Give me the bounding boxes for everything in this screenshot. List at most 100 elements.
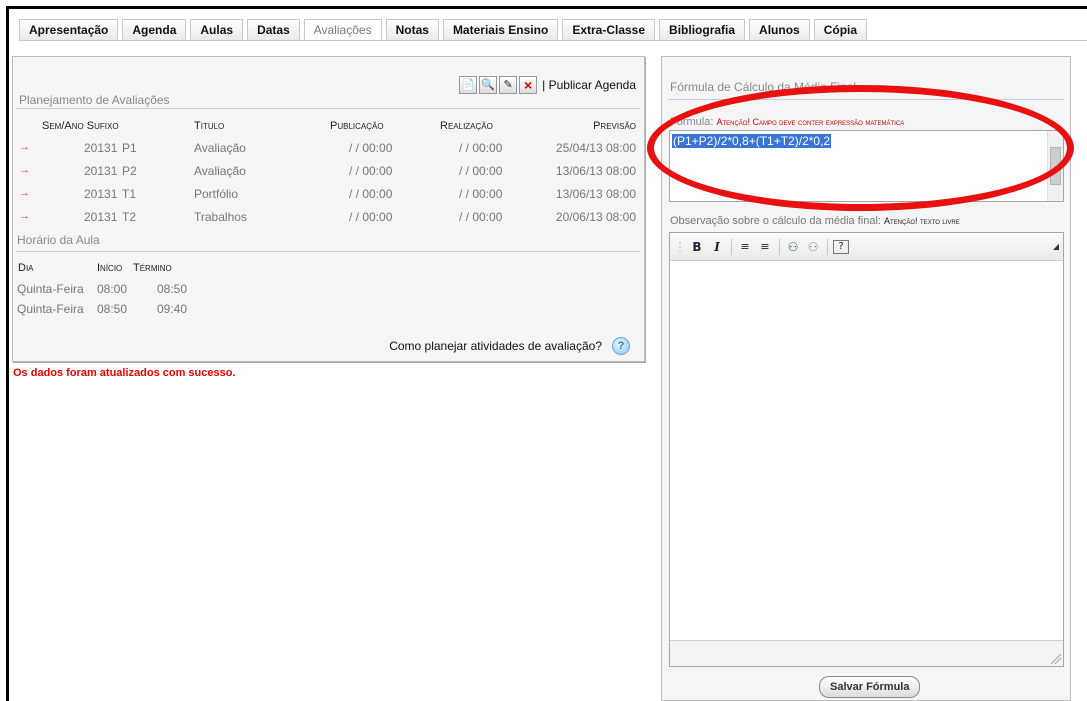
tab-bibliografia[interactable]: Bibliografia bbox=[659, 19, 746, 41]
tab-alunos[interactable]: Alunos bbox=[749, 19, 810, 41]
col-header-dia: Dia bbox=[18, 262, 34, 274]
tab-materiais-ensino[interactable]: Materiais Ensino bbox=[442, 19, 559, 41]
row-publicacao: / / 00:00 bbox=[349, 141, 393, 155]
search-icon[interactable]: 🔍 bbox=[479, 76, 498, 94]
col-header-realizacao: Realização bbox=[440, 120, 493, 132]
row-termino: 09:40 bbox=[157, 302, 188, 316]
row-inicio: 08:00 bbox=[97, 282, 128, 296]
toolbar-separator bbox=[827, 238, 828, 255]
row-titulo: Avaliação bbox=[194, 141, 246, 155]
row-previsao: 13/06/13 08:00 bbox=[555, 187, 636, 201]
col-header-previsao: Previsão bbox=[593, 120, 636, 132]
help-icon[interactable]: ? bbox=[833, 239, 849, 254]
tab-datas[interactable]: Datas bbox=[247, 19, 300, 41]
assessment-planning-panel: Planejamento de Avaliações 📄 🔍 ✎ × | Pub… bbox=[12, 56, 645, 362]
bold-icon[interactable]: B bbox=[689, 238, 705, 256]
row-dia: Quinta-Feira bbox=[17, 302, 84, 316]
formula-divider bbox=[668, 99, 1064, 100]
editor-toolbar: ⋮ B I ≡ ≡ ⚇ ⚇ ? ◢ bbox=[670, 233, 1063, 261]
schedule-title: Horário da Aula bbox=[17, 233, 100, 247]
row-semano: 20131 bbox=[84, 141, 118, 155]
tab-avaliações[interactable]: Avaliações bbox=[303, 19, 382, 41]
row-semano: 20131 bbox=[84, 164, 118, 178]
observation-label: Observação sobre o cálculo da média fina… bbox=[670, 215, 881, 227]
col-header-semano-sufixo: Sem/Ano Sufixo bbox=[42, 120, 119, 132]
planning-toolbar: 📄 🔍 ✎ × | Publicar Agenda bbox=[459, 74, 636, 96]
delete-icon[interactable]: × bbox=[519, 76, 538, 94]
edit-icon[interactable]: ✎ bbox=[499, 76, 518, 94]
tab-underline bbox=[19, 40, 1087, 41]
tab-agenda[interactable]: Agenda bbox=[122, 19, 187, 41]
tab-extra-classe[interactable]: Extra-Classe bbox=[562, 19, 656, 41]
help-row: Como planejar atividades de avaliação? ? bbox=[389, 337, 630, 355]
row-sufixo: T2 bbox=[122, 210, 137, 224]
row-semano: 20131 bbox=[84, 210, 118, 224]
row-sufixo: P2 bbox=[122, 164, 137, 178]
observation-warning: Atenção! texto livre bbox=[884, 216, 960, 226]
row-previsao: 25/04/13 08:00 bbox=[555, 141, 636, 155]
toolbar-separator bbox=[731, 238, 732, 255]
editor-statusbar bbox=[670, 640, 1063, 666]
row-arrow-icon[interactable]: → bbox=[19, 141, 30, 153]
row-sufixo: T1 bbox=[122, 187, 137, 201]
scrollbar-thumb[interactable] bbox=[1050, 147, 1061, 185]
planning-divider bbox=[16, 108, 640, 109]
formula-warning: Atenção! Campo deve conter expressão mat… bbox=[716, 117, 905, 127]
row-publicacao: / / 00:00 bbox=[349, 210, 393, 224]
observation-label-row: Observação sobre o cálculo da média fina… bbox=[670, 215, 960, 227]
formula-panel: Fórmula de Cálculo da Média Final Fórmul… bbox=[661, 56, 1071, 701]
tab-apresentação[interactable]: Apresentação bbox=[19, 19, 119, 41]
row-inicio: 08:50 bbox=[97, 302, 128, 316]
row-realizacao: / / 00:00 bbox=[459, 210, 503, 224]
formula-label-row: Fórmula: Atenção! Campo deve conter expr… bbox=[670, 116, 904, 128]
row-termino: 08:50 bbox=[157, 282, 188, 296]
formula-section-title: Fórmula de Cálculo da Média Final bbox=[670, 80, 857, 94]
remove-link-icon[interactable]: ⚇ bbox=[805, 238, 821, 256]
italic-icon[interactable]: I bbox=[709, 238, 725, 256]
success-message: Os dados foram atualizados com sucesso. bbox=[13, 367, 236, 379]
row-titulo: Portfólio bbox=[194, 187, 239, 201]
unordered-list-icon[interactable]: ≡ bbox=[757, 238, 773, 256]
row-publicacao: / / 00:00 bbox=[349, 164, 393, 178]
resize-grip-icon[interactable] bbox=[1051, 654, 1061, 664]
tab-notas[interactable]: Notas bbox=[385, 19, 439, 41]
row-semano: 20131 bbox=[84, 187, 118, 201]
observation-textarea[interactable] bbox=[674, 265, 1059, 636]
help-icon[interactable]: ? bbox=[612, 337, 630, 355]
help-text: Como planejar atividades de avaliação? bbox=[389, 339, 602, 353]
row-previsao: 20/06/13 08:00 bbox=[555, 210, 636, 224]
ordered-list-icon[interactable]: ≡ bbox=[737, 238, 753, 256]
row-titulo: Avaliação bbox=[194, 164, 246, 178]
toolbar-expand-icon[interactable]: ◢ bbox=[1053, 242, 1059, 251]
observation-editor: ⋮ B I ≡ ≡ ⚇ ⚇ ? ◢ bbox=[669, 232, 1064, 667]
row-sufixo: P1 bbox=[122, 141, 137, 155]
row-previsao: 13/06/13 08:00 bbox=[555, 164, 636, 178]
tab-cópia[interactable]: Cópia bbox=[813, 19, 868, 41]
save-formula-button[interactable]: Salvar Fórmula bbox=[819, 676, 921, 698]
row-arrow-icon[interactable]: → bbox=[19, 164, 30, 176]
row-dia: Quinta-Feira bbox=[17, 282, 84, 296]
planning-title: Planejamento de Avaliações bbox=[19, 93, 170, 107]
col-header-publicacao: Publicação bbox=[330, 120, 384, 132]
col-header-titulo: Titulo bbox=[194, 120, 225, 132]
tab-aulas[interactable]: Aulas bbox=[190, 19, 244, 41]
row-arrow-icon[interactable]: → bbox=[19, 187, 30, 199]
new-document-icon[interactable]: 📄 bbox=[459, 76, 478, 94]
formula-value: (P1+P2)/2*0,8+(T1+T2)/2*0,2 bbox=[672, 134, 832, 148]
formula-scrollbar[interactable] bbox=[1047, 131, 1063, 201]
col-header-inicio: Início bbox=[97, 262, 123, 274]
row-arrow-icon[interactable]: → bbox=[19, 210, 30, 222]
row-publicacao: / / 00:00 bbox=[349, 187, 393, 201]
row-titulo: Trabalhos bbox=[194, 210, 247, 224]
row-realizacao: / / 00:00 bbox=[459, 141, 503, 155]
publish-agenda-link[interactable]: | Publicar Agenda bbox=[542, 78, 636, 92]
toolbar-grip: ⋮ bbox=[674, 239, 686, 254]
col-header-termino: Término bbox=[133, 262, 172, 274]
tab-bar: Apresentação Agenda Aulas Datas Avaliações No… bbox=[19, 17, 871, 41]
row-realizacao: / / 00:00 bbox=[459, 164, 503, 178]
toolbar-separator bbox=[779, 238, 780, 255]
insert-link-icon[interactable]: ⚇ bbox=[785, 238, 801, 256]
formula-input[interactable]: (P1+P2)/2*0,8+(T1+T2)/2*0,2 bbox=[669, 130, 1064, 202]
formula-label: Fórmula: bbox=[670, 116, 714, 128]
schedule-divider bbox=[16, 251, 640, 252]
